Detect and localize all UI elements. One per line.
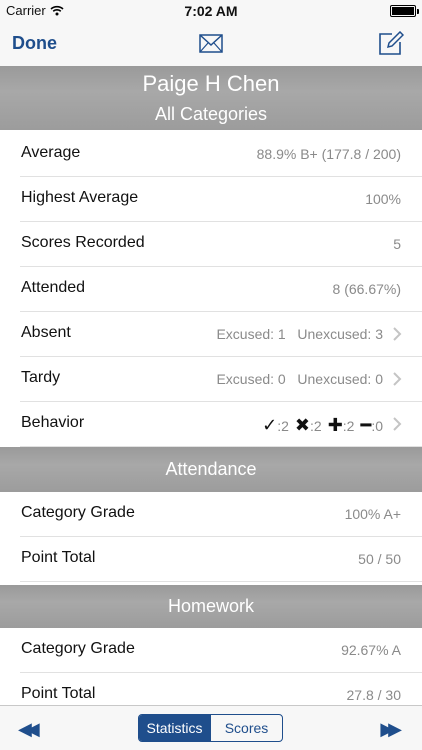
absent-value: Excused: 1 Unexcused: 3 <box>216 326 383 342</box>
attendance-grade-label: Category Grade <box>21 504 135 521</box>
attended-row: Attended 8 (66.67%) <box>0 267 422 312</box>
attendance-points-label: Point Total <box>21 549 96 566</box>
scores-recorded-value: 5 <box>393 236 401 252</box>
attendance-grade-value: 100% A+ <box>344 506 401 522</box>
chevron-right-icon <box>393 417 402 431</box>
highest-average-label: Highest Average <box>21 189 139 206</box>
minus-count: :0 <box>371 417 383 434</box>
homework-points-value: 27.8 / 30 <box>346 687 402 703</box>
highest-average-row: Highest Average 100% <box>0 177 422 222</box>
attendance-points-value: 50 / 50 <box>358 551 401 567</box>
homework-grade-label: Category Grade <box>21 640 135 657</box>
behavior-tally: ✓ :2 ✖ :2 ✚ :2 ━ :0 <box>262 415 383 436</box>
chevron-right-icon <box>393 327 402 341</box>
student-header: Paige H Chen All Categories <box>0 66 422 130</box>
tardy-value: Excused: 0 Unexcused: 0 <box>216 371 383 387</box>
category-filter-label: All Categories <box>154 104 268 124</box>
absent-row[interactable]: Absent Excused: 1 Unexcused: 3 <box>0 312 422 357</box>
mail-icon[interactable] <box>199 34 223 53</box>
homework-points-label: Point Total <box>21 685 96 702</box>
compose-icon[interactable] <box>378 31 404 55</box>
behavior-row[interactable]: Behavior ✓ :2 ✖ :2 ✚ :2 ━ :0 <box>0 402 422 447</box>
statistics-segment[interactable]: Statistics <box>139 715 210 741</box>
navigation-bar: Done <box>0 22 422 66</box>
homework-header: Homework <box>0 585 422 628</box>
rewind-icon[interactable]: ◀◀ <box>18 719 40 740</box>
tardy-label: Tardy <box>21 369 61 386</box>
bottom-toolbar: ◀◀ Statistics Scores ▶▶ <box>0 705 422 750</box>
behavior-label: Behavior <box>21 414 85 431</box>
absent-label: Absent <box>21 324 71 341</box>
minus-icon: ━ <box>360 415 372 435</box>
check-icon: ✓ <box>262 415 278 435</box>
attendance-header: Attendance <box>0 447 422 492</box>
homework-title: Homework <box>167 596 255 616</box>
average-label: Average <box>21 144 81 161</box>
highest-average-value: 100% <box>365 191 401 207</box>
chevron-right-icon <box>393 372 402 386</box>
status-bar: Carrier 7:02 AM <box>0 0 422 22</box>
fast-forward-icon[interactable]: ▶▶ <box>380 719 402 740</box>
scores-recorded-row: Scores Recorded 5 <box>0 222 422 267</box>
cross-count: :2 <box>310 417 322 434</box>
battery-icon <box>390 5 419 17</box>
attended-label: Attended <box>21 279 86 296</box>
homework-grade-value: 92.67% A <box>341 642 401 658</box>
homework-grade-row: Category Grade 92.67% A <box>0 628 422 673</box>
student-name: Paige H Chen <box>142 71 280 96</box>
plus-icon: ✚ <box>327 415 343 435</box>
plus-count: :2 <box>342 417 355 434</box>
view-segmented-control: Statistics Scores <box>138 714 283 742</box>
attendance-grade-row: Category Grade 100% A+ <box>0 492 422 537</box>
average-value: 88.9% B+ (177.8 / 200) <box>256 146 401 162</box>
scores-segment[interactable]: Scores <box>210 715 282 741</box>
scores-recorded-label: Scores Recorded <box>21 234 145 251</box>
tardy-row[interactable]: Tardy Excused: 0 Unexcused: 0 <box>0 357 422 402</box>
attended-value: 8 (66.67%) <box>332 281 401 297</box>
average-row: Average 88.9% B+ (177.8 / 200) <box>0 132 422 177</box>
attendance-points-row: Point Total 50 / 50 <box>0 537 422 582</box>
cross-icon: ✖ <box>294 415 310 435</box>
done-button[interactable]: Done <box>12 33 57 54</box>
attendance-title: Attendance <box>165 459 257 479</box>
check-count: :2 <box>277 417 289 434</box>
status-time: 7:02 AM <box>184 3 238 19</box>
